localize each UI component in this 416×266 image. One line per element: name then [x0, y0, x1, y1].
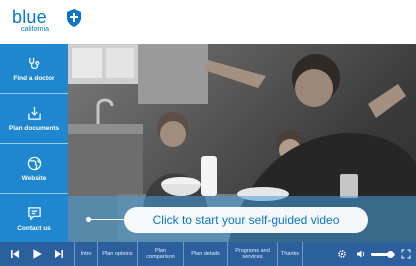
shield-icon [67, 9, 81, 27]
speaker-icon [357, 250, 365, 258]
play-icon [33, 249, 42, 259]
previous-button[interactable] [4, 242, 26, 266]
start-video-button[interactable]: Click to start your self-guided video [124, 207, 368, 233]
chapter-thanks[interactable]: Thanks [278, 242, 303, 266]
chat-icon [27, 207, 41, 221]
sidebar-item-website[interactable]: Website [0, 144, 68, 194]
cta-pointer-line [90, 219, 126, 220]
settings-button[interactable] [334, 242, 350, 266]
sidebar-item-label: Plan documents [8, 124, 60, 132]
sidebar-item-plan-documents[interactable]: Plan documents [0, 94, 68, 144]
next-button[interactable] [48, 242, 70, 266]
volume-slider[interactable] [371, 251, 395, 258]
sidebar-item-label: Contact us [17, 225, 51, 232]
download-icon [27, 106, 41, 120]
gear-icon [338, 250, 346, 258]
brand-region: california [21, 26, 50, 33]
volume-button[interactable] [354, 242, 368, 266]
chapter-plan-comparison[interactable]: Plan comparison [138, 242, 184, 266]
skip-forward-icon [55, 250, 63, 258]
volume-slider-handle[interactable] [386, 251, 394, 258]
chapter-nav: Intro Plan options Plan comparison Plan … [74, 242, 303, 266]
sidebar-item-label: Find a doctor [13, 74, 55, 82]
sidebar: Find a doctor Plan documents Website Con… [0, 44, 68, 242]
sidebar-item-contact-us[interactable]: Contact us [0, 194, 68, 244]
fullscreen-icon [401, 249, 411, 259]
brand-logo[interactable]: blue california [12, 7, 81, 34]
fullscreen-button[interactable] [398, 242, 414, 266]
sidebar-item-find-doctor[interactable]: Find a doctor [0, 44, 68, 94]
chapter-plan-details[interactable]: Plan details [184, 242, 228, 266]
sidebar-item-label: Website [21, 174, 47, 182]
stethoscope-icon [28, 57, 39, 69]
chapter-plan-options[interactable]: Plan options [98, 242, 138, 266]
globe-icon [27, 156, 41, 170]
chapter-programs-services[interactable]: Programs and services [228, 242, 278, 266]
play-button[interactable] [26, 242, 48, 266]
start-video-label: Click to start your self-guided video [152, 213, 340, 227]
brand-name: blue [12, 7, 47, 27]
video-control-bar: Intro Plan options Plan comparison Plan … [0, 242, 416, 266]
chapter-intro[interactable]: Intro [75, 242, 98, 266]
header: blue california [0, 0, 416, 44]
skip-back-icon [11, 250, 19, 258]
